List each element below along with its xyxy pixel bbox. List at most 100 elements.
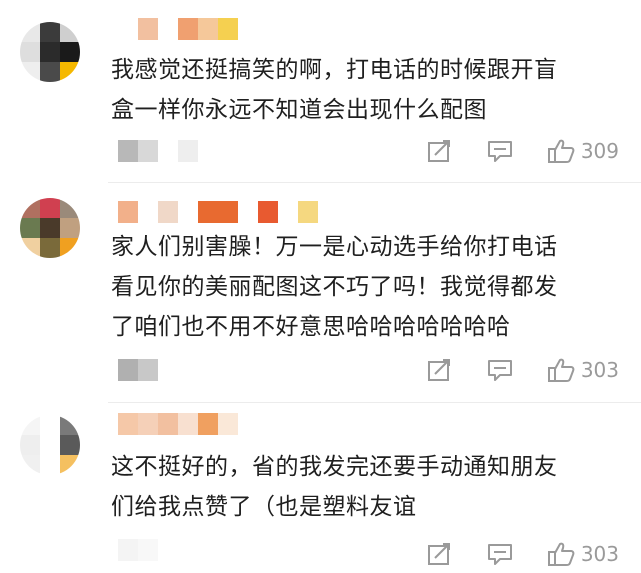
avatar[interactable] [20, 198, 80, 258]
mosaic-block [158, 18, 178, 40]
comment-text: 我感觉还挺搞笑的啊，打电话的时候跟开盲 盒一样你永远不知道会出现什么配图 [111, 50, 558, 130]
comment-2: 家人们别害臊！万一是心动选手给你打电话 看见你的美丽配图这不巧了吗！我觉得都发 … [0, 183, 641, 398]
username[interactable] [118, 413, 238, 435]
comment-text: 家人们别害臊！万一是心动选手给你打电话 看见你的美丽配图这不巧了吗！我觉得都发 … [111, 227, 558, 347]
comment-meta [118, 539, 158, 561]
like-count: 303 [580, 542, 619, 566]
mosaic-block [158, 413, 178, 435]
mosaic-block [60, 22, 80, 42]
mosaic-block [298, 201, 318, 223]
mosaic-block [60, 238, 80, 258]
mosaic-block [238, 201, 258, 223]
mosaic-block [20, 198, 40, 218]
reply-button[interactable] [487, 139, 513, 163]
reply-button[interactable] [487, 358, 513, 382]
comment-text: 这不挺好的，省的我发完还要手动通知朋友 们给我点赞了（也是塑料友谊 [111, 447, 558, 527]
comment-text-line: 这不挺好的，省的我发完还要手动通知朋友 [111, 454, 558, 480]
mosaic-block [198, 18, 218, 40]
repost-button[interactable] [427, 542, 453, 566]
mosaic-block [40, 218, 60, 238]
comment-text-line: 盒一样你永远不知道会出现什么配图 [111, 97, 487, 123]
mosaic-block [178, 18, 198, 40]
mosaic-block [20, 42, 40, 62]
mosaic-block [198, 413, 218, 435]
repost-icon [427, 359, 450, 381]
mosaic-block [118, 413, 138, 435]
mosaic-block [60, 455, 80, 475]
mosaic-block [118, 201, 138, 223]
mosaic-block [20, 238, 40, 258]
avatar[interactable] [20, 22, 80, 82]
mosaic-block [40, 435, 60, 455]
like-button[interactable]: 303 [547, 541, 619, 567]
repost-button[interactable] [427, 139, 453, 163]
comment-text-line: 看见你的美丽配图这不巧了吗！我觉得都发 [111, 274, 558, 300]
mosaic-block [178, 201, 198, 223]
comment-actions: 303 [427, 355, 619, 385]
comment-3: 这不挺好的，省的我发完还要手动通知朋友 们给我点赞了（也是塑料友谊 303 [0, 403, 641, 573]
mosaic-block [278, 201, 298, 223]
comment-1: 我感觉还挺搞笑的啊，打电话的时候跟开盲 盒一样你永远不知道会出现什么配图 309 [0, 0, 641, 175]
mosaic-block [40, 42, 60, 62]
mosaic-block [60, 435, 80, 455]
avatar[interactable] [20, 415, 80, 475]
like-count: 309 [580, 139, 619, 163]
mosaic-block [218, 201, 238, 223]
mosaic-block [178, 413, 198, 435]
repost-icon [427, 140, 450, 162]
reply-button[interactable] [487, 542, 513, 566]
repost-icon [427, 543, 450, 565]
username[interactable] [118, 18, 238, 40]
reply-icon [487, 141, 512, 162]
comment-meta [118, 140, 198, 162]
mosaic-block [218, 413, 238, 435]
mosaic-block [40, 198, 60, 218]
mosaic-block [20, 415, 40, 435]
reply-icon [487, 544, 512, 565]
mosaic-block [20, 455, 40, 475]
mosaic-block [258, 201, 278, 223]
mosaic-block [198, 201, 218, 223]
mosaic-block [60, 42, 80, 62]
reply-icon [487, 360, 512, 381]
like-button[interactable]: 303 [547, 357, 619, 383]
thumbs-up-icon [547, 542, 575, 566]
comment-actions: 309 [427, 136, 619, 166]
mosaic-block [138, 413, 158, 435]
mosaic-block [138, 140, 158, 162]
like-button[interactable]: 309 [547, 138, 619, 164]
mosaic-block [138, 359, 158, 381]
comment-text-line: 我感觉还挺搞笑的啊，打电话的时候跟开盲 [111, 57, 558, 83]
comment-actions: 303 [427, 539, 619, 569]
mosaic-block [60, 198, 80, 218]
username[interactable] [118, 201, 318, 223]
mosaic-block [178, 140, 198, 162]
mosaic-block [138, 539, 158, 561]
mosaic-block [40, 22, 60, 42]
mosaic-block [40, 62, 60, 82]
mosaic-block [118, 140, 138, 162]
mosaic-block [40, 455, 60, 475]
mosaic-block [20, 218, 40, 238]
like-count: 303 [580, 358, 619, 382]
mosaic-block [20, 435, 40, 455]
mosaic-block [118, 359, 138, 381]
thumbs-up-icon [547, 139, 575, 163]
mosaic-block [60, 415, 80, 435]
mosaic-block [118, 539, 138, 561]
mosaic-block [118, 18, 138, 40]
mosaic-block [40, 415, 60, 435]
mosaic-block [40, 238, 60, 258]
comment-meta [118, 359, 158, 381]
repost-button[interactable] [427, 358, 453, 382]
mosaic-block [20, 62, 40, 82]
mosaic-block [60, 62, 80, 82]
mosaic-block [218, 18, 238, 40]
mosaic-block [60, 218, 80, 238]
mosaic-block [158, 140, 178, 162]
mosaic-block [20, 22, 40, 42]
mosaic-block [158, 201, 178, 223]
comment-text-line: 了咱们也不用不好意思哈哈哈哈哈哈哈 [111, 314, 511, 340]
comment-text-line: 们给我点赞了（也是塑料友谊 [111, 494, 417, 520]
comment-text-line: 家人们别害臊！万一是心动选手给你打电话 [111, 234, 558, 260]
